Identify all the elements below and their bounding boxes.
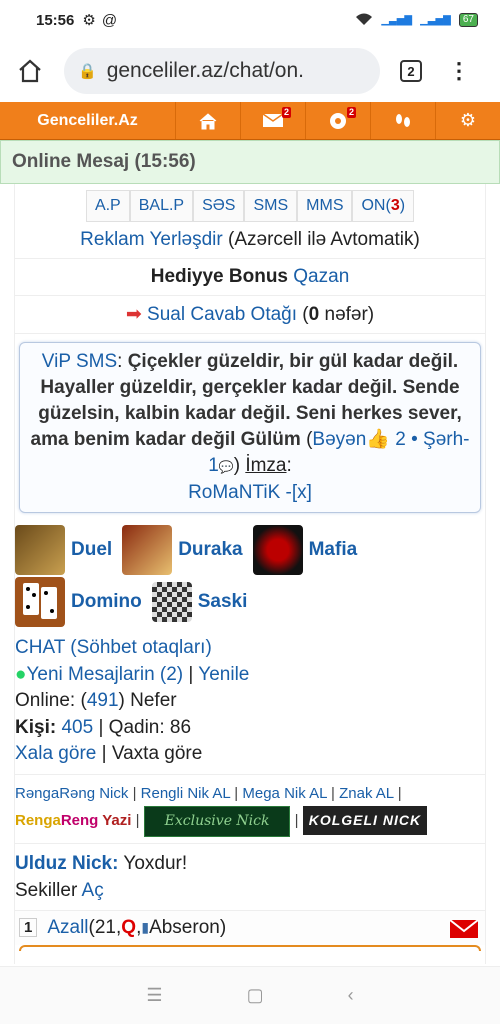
next-box-edge <box>19 944 481 951</box>
back-icon[interactable]: ‹ <box>348 985 354 1006</box>
url-text: genceliler.az/chat/on. <box>106 59 304 82</box>
menu-ap[interactable]: A.P <box>85 190 130 222</box>
domino-link[interactable]: Domino <box>71 591 142 613</box>
phone-icon: ▮ <box>141 919 150 935</box>
checkers-game-icon[interactable] <box>151 582 192 622</box>
duel-link[interactable]: Duel <box>71 539 112 561</box>
refresh-link[interactable]: Yenile <box>198 664 249 685</box>
quick-menu: A.P BAL.P SƏS SMS MMS ON(3) <box>15 190 485 222</box>
signature-link[interactable]: RoMaNTiK <box>188 482 280 503</box>
games-section: Duel Duraka Mafia Domino Saski <box>15 521 485 633</box>
battery-icon: 67 <box>458 13 478 27</box>
at-icon: @ <box>101 11 118 29</box>
signal-icon: ▁▃▅▇ <box>381 14 413 26</box>
home-nav-icon[interactable] <box>176 102 241 139</box>
clock: 15:56 <box>36 11 75 29</box>
page-title: Online Mesaj (15:56) <box>0 140 500 184</box>
vip-label[interactable]: ViP SMS <box>42 351 117 372</box>
bonus-link[interactable]: Qazan <box>293 266 349 287</box>
male-count-link[interactable]: 405 <box>56 717 93 738</box>
site-nav: Genceliler.Az 2 2 ⚙ <box>0 102 500 140</box>
signature-label: İmza <box>245 455 287 476</box>
footprints-nav-icon[interactable] <box>371 102 436 139</box>
alerts-nav-icon[interactable]: 2 <box>306 102 371 139</box>
chat-block: CHAT (Söhbet otaqları) ●Yeni Mesajlarin … <box>15 633 485 775</box>
menu-balp[interactable]: BAL.P <box>129 190 194 222</box>
send-mail-icon[interactable] <box>449 918 479 945</box>
lock-icon: 🔒 <box>78 63 97 80</box>
quiz-line: ➡ Sual Cavab Otağı (0 nəfər) <box>15 296 485 334</box>
mega-nik-link[interactable]: Mega Nik AL <box>242 785 327 802</box>
exclusive-nick-link[interactable]: Exclusive Nick <box>143 805 291 837</box>
recent-apps-icon[interactable]: ☰ <box>146 985 162 1006</box>
site-logo[interactable]: Genceliler.Az <box>0 102 176 139</box>
mail-badge: 2 <box>281 107 291 118</box>
ad-link[interactable]: Reklam Yerləşdir <box>80 229 223 250</box>
gender-badge: Q <box>121 916 137 938</box>
gear-icon: ⚙ <box>82 12 96 29</box>
like-link[interactable]: Bəyən <box>312 429 366 450</box>
arrow-icon: ➡ <box>125 304 142 325</box>
user-name-link[interactable]: Azall <box>47 917 88 939</box>
sort-by-points-link[interactable]: Xala göre <box>15 743 96 764</box>
rengareng-yazi-link[interactable]: RengaReng Yazi <box>15 812 131 829</box>
wifi-icon <box>355 12 373 29</box>
ad-line: Reklam Yerləşdir (Azərcell ilə Avtomatik… <box>15 222 485 259</box>
thumbs-up-icon: 👍 <box>366 429 390 450</box>
home-icon[interactable] <box>14 55 46 87</box>
kolgeli-nick-link[interactable]: KOLGELI NICK <box>302 805 428 835</box>
star-nick-label[interactable]: Ulduz Nick: <box>15 853 118 874</box>
znak-link[interactable]: Znak AL <box>339 785 393 802</box>
menu-sms[interactable]: SMS <box>244 190 298 222</box>
duel-game-icon[interactable] <box>15 525 65 575</box>
star-nick-block: Ulduz Nick: Yoxdur! Sekiller Aç <box>15 844 485 911</box>
menu-mms[interactable]: MMS <box>297 190 353 222</box>
menu-on[interactable]: ON(3) <box>352 190 415 222</box>
mail-nav-icon[interactable]: 2 <box>241 102 306 139</box>
quiz-link[interactable]: Sual Cavab Otağı <box>147 304 297 325</box>
close-vip-link[interactable]: -[x] <box>280 482 312 503</box>
open-pics-link[interactable]: Aç <box>82 880 104 901</box>
vip-sms-box: ViP SMS: Çiçekler güzeldir, bir gül kada… <box>19 342 481 513</box>
online-count-link[interactable]: 491 <box>87 690 119 711</box>
android-nav-bar: ☰ ▢ ‹ <box>0 966 500 1024</box>
saski-link[interactable]: Saski <box>198 591 248 613</box>
rengli-nik-link[interactable]: Rengli Nik AL <box>141 785 231 802</box>
menu-ses[interactable]: SƏS <box>193 190 245 222</box>
duraka-link[interactable]: Duraka <box>178 539 242 561</box>
chat-rooms-link[interactable]: CHAT (Söhbet otaqları) <box>15 637 212 658</box>
signal-icon-2: ▁▃▅▇ <box>420 14 451 26</box>
alerts-badge: 2 <box>346 107 356 118</box>
whatsapp-icon: ● <box>15 663 27 685</box>
comment-icon: 💬 <box>218 460 234 474</box>
user-row: 1 Azall (21, Q, ▮ Abseron) <box>15 910 485 945</box>
tab-switcher-button[interactable]: 2 <box>400 60 422 82</box>
rengarang-nick-link[interactable]: RəngaRəng Nick <box>15 785 128 802</box>
new-messages-link[interactable]: Yeni Mesajlarin (2) <box>26 664 183 685</box>
main-content: A.P BAL.P SƏS SMS MMS ON(3) Reklam Yerlə… <box>14 184 486 964</box>
domino-game-icon[interactable] <box>15 577 65 627</box>
duraka-game-icon[interactable] <box>122 525 173 575</box>
settings-nav-icon[interactable]: ⚙ <box>436 102 500 139</box>
mafia-link[interactable]: Mafia <box>309 539 358 561</box>
mafia-game-icon[interactable] <box>252 525 303 575</box>
address-bar[interactable]: 🔒 genceliler.az/chat/on. <box>64 48 380 94</box>
home-circle-icon[interactable]: ▢ <box>247 985 264 1006</box>
more-menu-icon[interactable]: ⋮ <box>448 60 470 82</box>
nick-links: RəngaRəng Nick | Rengli Nik AL | Mega Ni… <box>15 775 485 844</box>
browser-toolbar: 🔒 genceliler.az/chat/on. 2 ⋮ <box>0 40 500 102</box>
status-bar: 15:56 ⚙ @ ▁▃▅▇ ▁▃▅▇ 67 <box>0 0 500 40</box>
user-rank: 1 <box>19 918 38 937</box>
bonus-line: Hediyye Bonus Qazan <box>15 259 485 296</box>
